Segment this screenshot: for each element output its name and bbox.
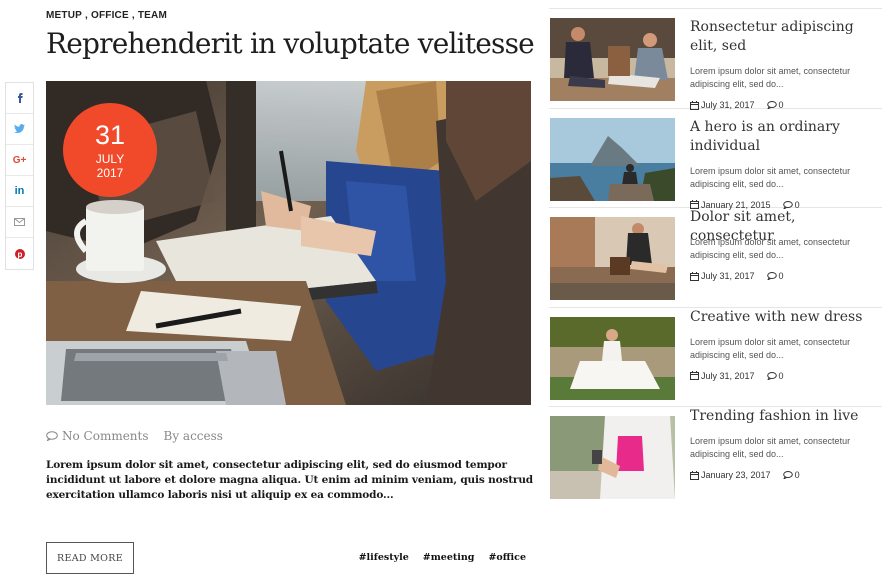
- read-more-button[interactable]: READ MORE: [46, 542, 134, 574]
- date-year: 2017: [96, 166, 124, 180]
- article-meta: No Comments By access: [46, 429, 223, 443]
- sidebar-post-thumbnail[interactable]: [550, 316, 675, 400]
- sidebar-post-date: July 31, 2017: [701, 271, 755, 281]
- woman-sitting-street-photo: [550, 217, 675, 300]
- sidebar-post-title[interactable]: Creative with new dress: [690, 308, 882, 327]
- fashion-woman-phone-photo: [550, 416, 675, 499]
- google-plus-share-button[interactable]: G+: [6, 145, 33, 176]
- sidebar-post-date: January 23, 2017: [701, 470, 771, 480]
- sidebar-post-excerpt: Lorem ipsum dolor sit amet, consectetur …: [690, 336, 851, 360]
- sidebar-post-comment-count: 0: [778, 370, 784, 381]
- sidebar-post-thumbnail[interactable]: [550, 416, 675, 499]
- sidebar-post-meta: July 31, 2017 0: [690, 271, 784, 281]
- category-separator: ,: [131, 10, 135, 21]
- article-title[interactable]: Reprehenderit in voluptate velitesse: [46, 27, 535, 60]
- tag-meeting[interactable]: #meeting: [423, 552, 475, 563]
- sidebar-post: A hero is an ordinary individual Lorem i…: [549, 109, 882, 210]
- date-month: JULY: [95, 152, 125, 166]
- sidebar-post-date: July 31, 2017: [701, 370, 755, 381]
- tag-list: #lifestyle #meeting #office: [359, 552, 526, 563]
- sidebar-post: Dolor sit amet, consectetur Lorem ipsum …: [549, 208, 882, 308]
- sidebar-post-comment-count: 0: [794, 470, 800, 480]
- category-link-metup[interactable]: METUP: [46, 10, 82, 21]
- twitter-icon: [14, 124, 25, 133]
- sidebar-post-title[interactable]: Trending fashion in live: [690, 407, 882, 426]
- sidebar-post-comments[interactable]: 0: [782, 470, 800, 480]
- sidebar-post-meta: January 23, 2017 0: [690, 470, 800, 480]
- date-day: 31: [94, 120, 126, 150]
- category-separator: ,: [85, 10, 88, 21]
- category-list: METUP, OFFICE, TEAM: [46, 10, 167, 21]
- comments-link[interactable]: No Comments: [46, 429, 149, 443]
- calendar-icon: [690, 271, 699, 281]
- social-share-bar: G+ in p: [5, 82, 34, 270]
- article-excerpt: Lorem ipsum dolor sit amet, consectetur …: [46, 459, 533, 501]
- island-sea-photo: [550, 117, 675, 201]
- tag-office[interactable]: #office: [488, 552, 526, 563]
- comment-icon: [782, 471, 793, 479]
- recent-posts-sidebar: Ronsectetur adipiscing elit, sed Lorem i…: [549, 8, 882, 507]
- sidebar-post-excerpt: Lorem ipsum dolor sit amet, consectetur …: [690, 66, 851, 89]
- sidebar-post: Ronsectetur adipiscing elit, sed Lorem i…: [549, 9, 882, 110]
- sidebar-post-excerpt: Lorem ipsum dolor sit amet, consectetur …: [690, 237, 851, 260]
- comments-count: No Comments: [62, 429, 149, 443]
- category-link-team[interactable]: TEAM: [138, 10, 167, 21]
- calendar-icon: [690, 371, 699, 380]
- comment-icon: [46, 431, 58, 441]
- linkedin-icon: in: [14, 185, 25, 197]
- calendar-icon: [690, 470, 699, 480]
- author-link[interactable]: By access: [164, 429, 223, 443]
- facebook-share-button[interactable]: [6, 83, 33, 114]
- comment-icon: [766, 371, 777, 380]
- bride-dress-photo: [550, 316, 675, 400]
- sidebar-post-excerpt: Lorem ipsum dolor sit amet, consectetur …: [690, 165, 851, 189]
- facebook-icon: [17, 93, 23, 103]
- sidebar-post-excerpt: Lorem ipsum dolor sit amet, consectetur …: [690, 436, 851, 459]
- friends-sitting-photo: [550, 18, 675, 101]
- linkedin-share-button[interactable]: in: [6, 176, 33, 207]
- sidebar-post-comment-count: 0: [778, 271, 784, 281]
- pinterest-share-button[interactable]: p: [6, 238, 33, 269]
- sidebar-post-comments[interactable]: 0: [766, 271, 784, 281]
- sidebar-post-meta: July 31, 2017 0: [690, 371, 784, 381]
- sidebar-post-thumbnail[interactable]: [550, 117, 675, 201]
- sidebar-post-thumbnail[interactable]: [550, 18, 675, 101]
- sidebar-post-comments[interactable]: 0: [766, 370, 784, 381]
- svg-text:p: p: [17, 250, 22, 259]
- sidebar-post: Creative with new dress Lorem ipsum dolo…: [549, 308, 882, 407]
- date-badge: 31 JULY 2017: [63, 103, 157, 197]
- sidebar-post-thumbnail[interactable]: [550, 217, 675, 300]
- sidebar-post-title[interactable]: Ronsectetur adipiscing elit, sed: [690, 18, 882, 56]
- category-link-office[interactable]: OFFICE: [91, 10, 129, 21]
- email-share-button[interactable]: [6, 207, 33, 238]
- sidebar-post: Trending fashion in live Lorem ipsum dol…: [549, 407, 882, 507]
- twitter-share-button[interactable]: [6, 114, 33, 145]
- google-plus-icon: G+: [12, 154, 27, 166]
- comment-icon: [766, 272, 777, 280]
- pinterest-icon: p: [14, 248, 25, 259]
- email-icon: [14, 218, 25, 226]
- tag-lifestyle[interactable]: #lifestyle: [359, 552, 409, 563]
- sidebar-post-title[interactable]: A hero is an ordinary individual: [690, 118, 882, 156]
- article-featured-image[interactable]: 31 JULY 2017: [46, 81, 531, 405]
